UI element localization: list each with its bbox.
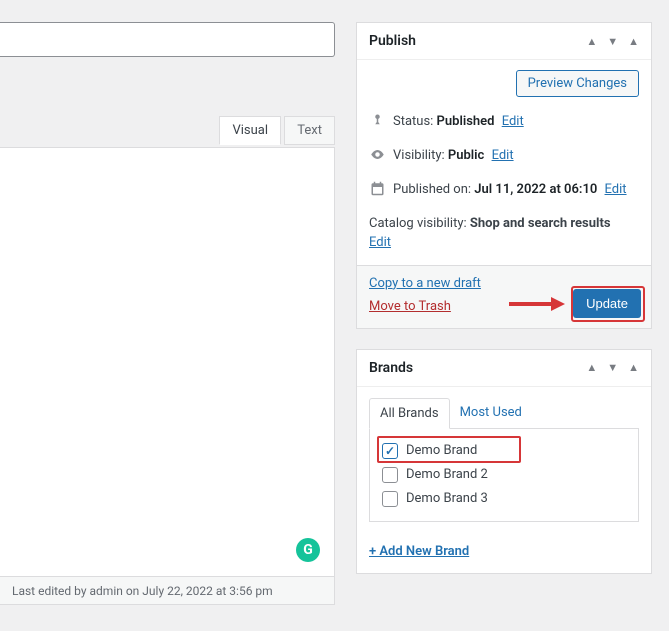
grammarly-icon[interactable]: G [296,538,320,562]
title-input[interactable] [0,22,335,57]
edit-visibility-link[interactable]: Edit [492,148,514,163]
visibility-value: Public [448,148,484,163]
edit-catalog-link[interactable]: Edit [369,235,391,250]
publish-actions: Copy to a new draft Move to Trash Update [357,265,651,328]
tab-all-brands[interactable]: All Brands [369,398,450,429]
pin-icon [369,113,385,128]
checkbox-icon[interactable] [382,443,398,459]
tab-text[interactable]: Text [284,116,335,145]
brands-header: Brands ▲ ▼ ▲ [357,350,651,387]
editor-tabs: Visual Text [0,115,335,144]
collapse-icon[interactable]: ▲ [628,35,639,48]
add-new-brand-link[interactable]: + Add New Brand [357,534,651,573]
publish-title: Publish [369,33,416,49]
move-down-icon[interactable]: ▼ [607,35,618,48]
update-button[interactable]: Update [573,289,641,318]
edit-date-link[interactable]: Edit [605,182,627,197]
visibility-label: Visibility: [393,148,448,163]
eye-icon [369,147,385,162]
editor-content[interactable]: G [0,147,335,577]
status-label: Status: [393,114,437,129]
move-up-icon[interactable]: ▲ [586,361,597,374]
checkbox-icon[interactable] [382,491,398,507]
brand-label: Demo Brand 2 [406,467,488,482]
move-down-icon[interactable]: ▼ [607,361,618,374]
tab-visual[interactable]: Visual [219,116,281,145]
published-value: Jul 11, 2022 at 06:10 [474,182,597,197]
brand-list: Demo Brand Demo Brand 2 Demo Brand 3 [369,429,639,522]
tab-most-used[interactable]: Most Used [450,398,532,429]
brand-item[interactable]: Demo Brand [380,439,628,463]
preview-changes-button[interactable]: Preview Changes [516,70,639,97]
brands-metabox: Brands ▲ ▼ ▲ All Brands Most Used Demo B… [356,349,652,574]
brand-label: Demo Brand [406,443,477,458]
catalog-value: Shop and search results [470,216,611,231]
publish-metabox: Publish ▲ ▼ ▲ Preview Changes Status: Pu… [356,22,652,329]
last-edited-text: Last edited by admin on July 22, 2022 at… [12,584,273,598]
catalog-label: Catalog visibility: [369,216,470,231]
brands-title: Brands [369,360,413,376]
calendar-icon [369,181,385,196]
checkbox-icon[interactable] [382,467,398,483]
collapse-icon[interactable]: ▲ [628,361,639,374]
publish-header: Publish ▲ ▼ ▲ [357,23,651,60]
brand-item[interactable]: Demo Brand 2 [380,463,628,487]
brand-label: Demo Brand 3 [406,491,488,506]
move-up-icon[interactable]: ▲ [586,35,597,48]
brand-item[interactable]: Demo Brand 3 [380,487,628,511]
published-label: Published on: [393,182,474,197]
status-value: Published [437,114,495,129]
edit-status-link[interactable]: Edit [502,114,524,129]
editor-status-bar: Last edited by admin on July 22, 2022 at… [0,577,335,605]
